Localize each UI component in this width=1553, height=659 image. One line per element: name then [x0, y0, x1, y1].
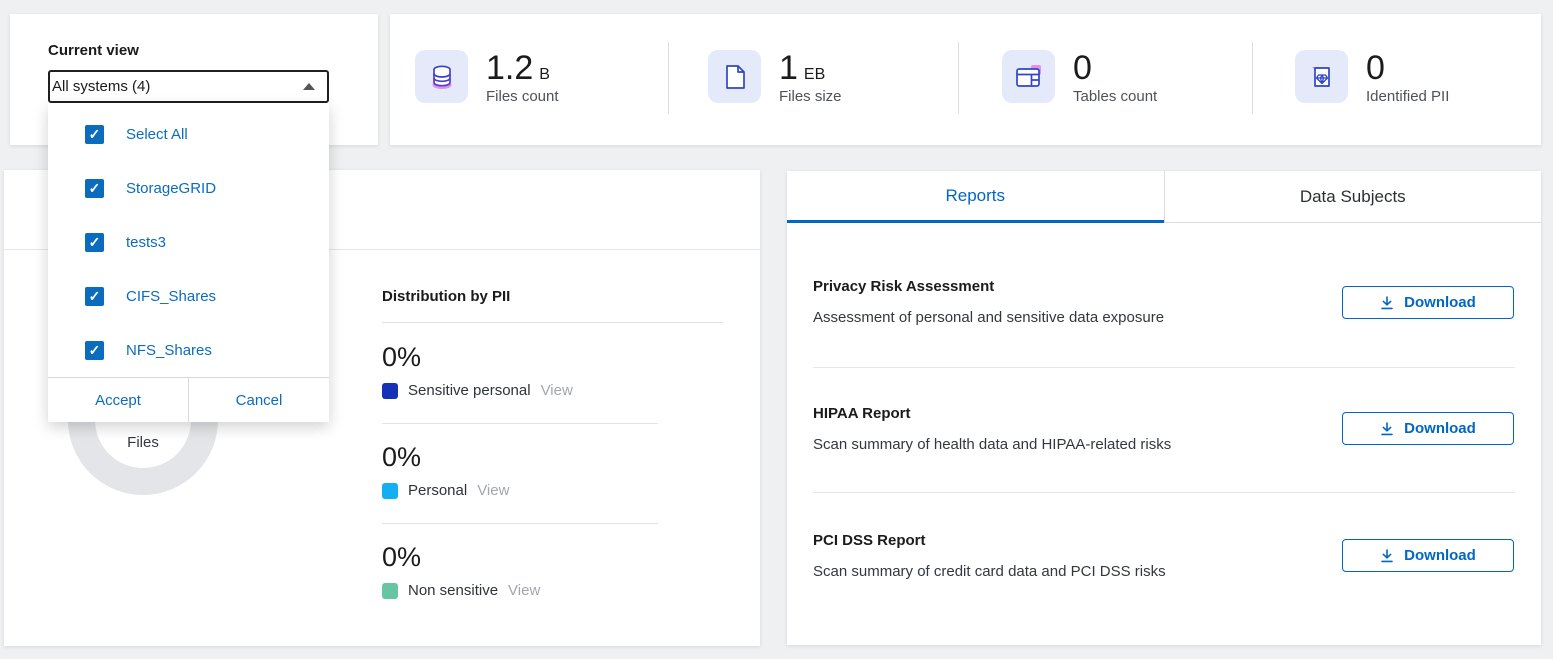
- personal-label: Personal: [408, 482, 467, 499]
- sensitive-personal-label: Sensitive personal: [408, 382, 531, 399]
- legend-row-personal: Personal View: [382, 482, 509, 499]
- dropdown-item-cifs-shares[interactable]: ✓ CIFS_Shares: [85, 287, 216, 306]
- diamond-document-icon: [1295, 50, 1348, 103]
- stat-files-size: 1 EB Files size: [708, 50, 842, 105]
- tables-count-label: Tables count: [1073, 88, 1157, 105]
- privacy-risk-assessment-desc: Assessment of personal and sensitive dat…: [813, 309, 1164, 326]
- personal-swatch: [382, 483, 398, 499]
- systems-select[interactable]: All systems (4): [48, 70, 329, 103]
- non-sensitive-swatch: [382, 583, 398, 599]
- files-size-unit: EB: [804, 66, 825, 84]
- dropdown-item-label: tests3: [126, 234, 166, 251]
- sensitive-personal-percent: 0%: [382, 342, 421, 373]
- reports-tabs: Reports Data Subjects: [787, 171, 1541, 223]
- systems-dropdown-popup: ✓ Select All ✓ StorageGRID ✓ tests3 ✓ CI…: [48, 103, 329, 422]
- download-label: Download: [1404, 294, 1476, 311]
- identified-pii-value: 0: [1366, 50, 1385, 86]
- pci-dss-report-desc: Scan summary of credit card data and PCI…: [813, 563, 1166, 580]
- pci-dss-report-title: PCI DSS Report: [813, 532, 926, 549]
- sensitive-personal-view-link[interactable]: View: [541, 382, 573, 399]
- stat-divider: [958, 42, 959, 114]
- dropdown-item-nfs-shares[interactable]: ✓ NFS_Shares: [85, 341, 212, 360]
- dropdown-item-select-all[interactable]: ✓ Select All: [85, 125, 188, 144]
- legend-row-non-sensitive: Non sensitive View: [382, 582, 540, 599]
- distribution-title: Distribution by PII: [382, 288, 510, 305]
- dropdown-item-label: Select All: [126, 126, 188, 143]
- reports-panel: Reports Data Subjects Privacy Risk Asses…: [787, 171, 1541, 645]
- download-privacy-risk-button[interactable]: Download: [1342, 286, 1514, 319]
- files-size-value: 1: [779, 50, 798, 86]
- non-sensitive-view-link[interactable]: View: [508, 582, 540, 599]
- divider: [382, 423, 658, 424]
- stat-files-count: 1.2 B Files count: [415, 50, 559, 105]
- dropdown-item-storagegrid[interactable]: ✓ StorageGRID: [85, 179, 216, 198]
- hipaa-report-title: HIPAA Report: [813, 405, 911, 422]
- tab-reports[interactable]: Reports: [787, 171, 1164, 223]
- download-label: Download: [1404, 420, 1476, 437]
- privacy-risk-assessment-title: Privacy Risk Assessment: [813, 278, 994, 295]
- checkbox-checked-icon[interactable]: ✓: [85, 125, 104, 144]
- checkbox-checked-icon[interactable]: ✓: [85, 287, 104, 306]
- stat-divider: [668, 42, 669, 114]
- dropdown-footer: Accept Cancel: [48, 377, 329, 422]
- hipaa-report-desc: Scan summary of health data and HIPAA-re…: [813, 436, 1171, 453]
- checkbox-checked-icon[interactable]: ✓: [85, 179, 104, 198]
- identified-pii-label: Identified PII: [1366, 88, 1449, 105]
- donut-label: Files: [127, 434, 159, 451]
- dropdown-item-label: StorageGRID: [126, 180, 216, 197]
- database-icon: [415, 50, 468, 103]
- stat-tables-count: 0 Tables count: [1002, 50, 1157, 105]
- files-count-unit: B: [539, 66, 550, 84]
- tab-data-subjects[interactable]: Data Subjects: [1164, 171, 1542, 223]
- dropdown-item-label: NFS_Shares: [126, 342, 212, 359]
- summary-stats-card: 1.2 B Files count 1 EB Files size: [390, 14, 1541, 145]
- download-pci-dss-button[interactable]: Download: [1342, 539, 1514, 572]
- sensitive-personal-swatch: [382, 383, 398, 399]
- legend-row-sensitive-personal: Sensitive personal View: [382, 382, 573, 399]
- tables-count-value: 0: [1073, 50, 1092, 86]
- download-icon: [1380, 296, 1394, 310]
- download-label: Download: [1404, 547, 1476, 564]
- dropdown-item-tests3[interactable]: ✓ tests3: [85, 233, 166, 252]
- divider: [813, 367, 1515, 368]
- current-view-label: Current view: [48, 42, 139, 59]
- document-icon: [708, 50, 761, 103]
- stat-identified-pii: 0 Identified PII: [1295, 50, 1449, 105]
- non-sensitive-label: Non sensitive: [408, 582, 498, 599]
- download-icon: [1380, 549, 1394, 563]
- accept-button[interactable]: Accept: [48, 378, 189, 422]
- table-icon: [1002, 50, 1055, 103]
- files-count-value: 1.2: [486, 50, 533, 86]
- checkbox-checked-icon[interactable]: ✓: [85, 233, 104, 252]
- cancel-button[interactable]: Cancel: [189, 378, 329, 422]
- divider: [382, 523, 658, 524]
- non-sensitive-percent: 0%: [382, 542, 421, 573]
- download-hipaa-button[interactable]: Download: [1342, 412, 1514, 445]
- files-size-label: Files size: [779, 88, 842, 105]
- stat-divider: [1252, 42, 1253, 114]
- chevron-up-icon: [303, 83, 315, 90]
- checkbox-checked-icon[interactable]: ✓: [85, 341, 104, 360]
- divider: [382, 322, 723, 323]
- download-icon: [1380, 422, 1394, 436]
- personal-percent: 0%: [382, 442, 421, 473]
- systems-select-value: All systems (4): [52, 78, 150, 95]
- files-count-label: Files count: [486, 88, 559, 105]
- personal-view-link[interactable]: View: [477, 482, 509, 499]
- divider: [813, 492, 1515, 493]
- dropdown-item-label: CIFS_Shares: [126, 288, 216, 305]
